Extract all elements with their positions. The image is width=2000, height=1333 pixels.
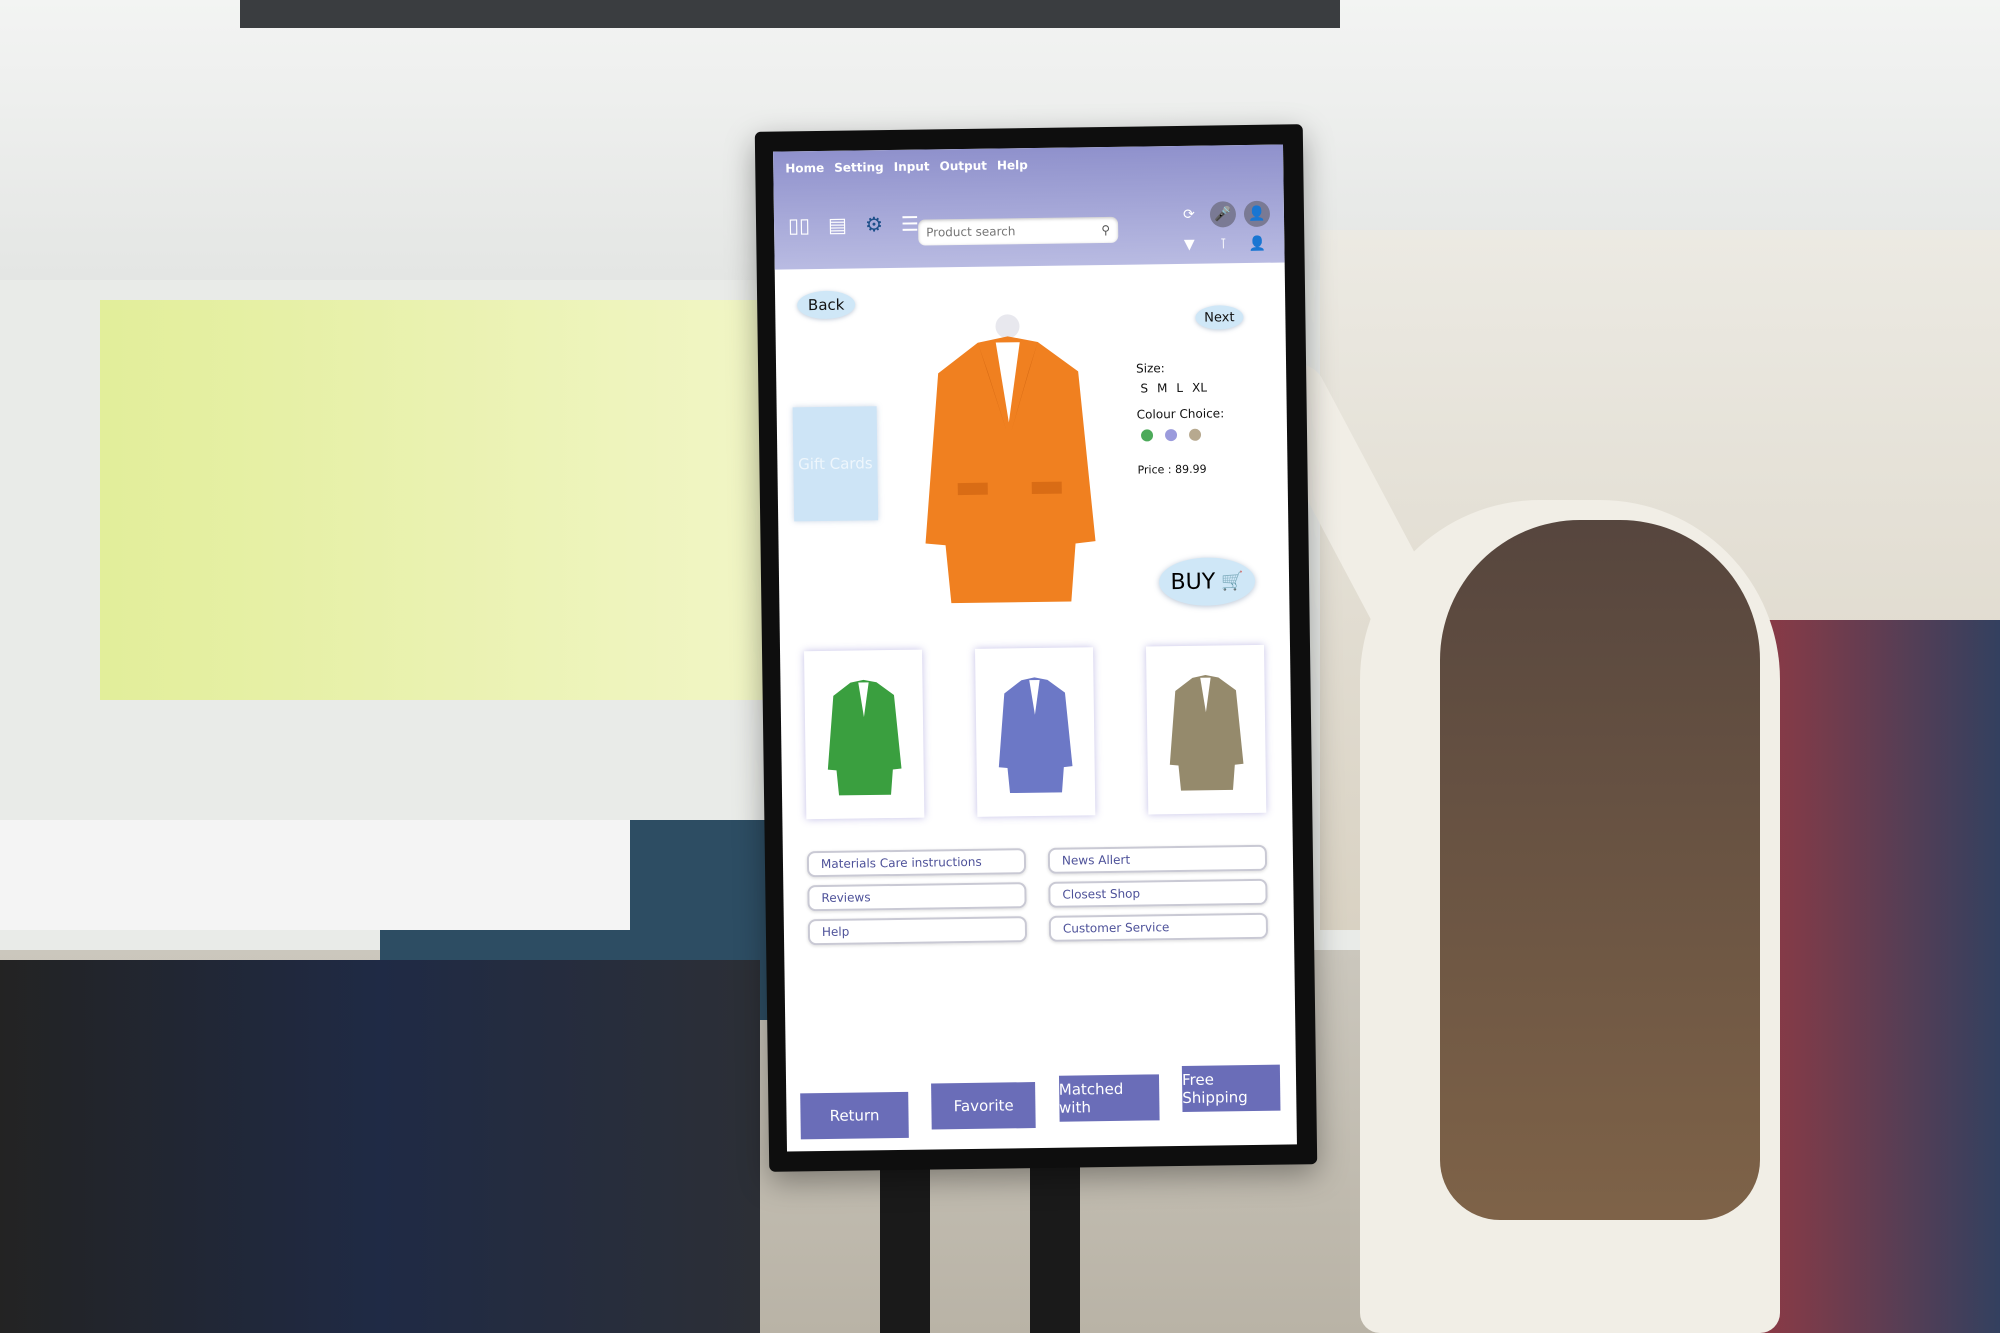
menu-help[interactable]: Help xyxy=(997,158,1028,172)
blue-jacket-image xyxy=(998,677,1073,794)
kiosk-display: Home Setting Input Output Help ▯▯ ▤ ⚙ ☰ … xyxy=(754,124,1318,1172)
news-alert-link[interactable]: News Allert xyxy=(1047,844,1268,874)
menu-output[interactable]: Output xyxy=(939,159,987,174)
jacket-pocket xyxy=(1031,481,1062,495)
size-options: S M L XL xyxy=(1140,380,1276,396)
price-value: 89.99 xyxy=(1174,462,1207,477)
dropdown-triangle-icon[interactable]: ▼ xyxy=(1176,232,1202,258)
menu-home[interactable]: Home xyxy=(785,161,824,176)
search-input[interactable] xyxy=(926,223,1102,240)
back-button[interactable]: Back xyxy=(796,290,856,320)
ceiling-beam xyxy=(240,0,1340,28)
green-jacket-image xyxy=(827,679,902,796)
clothing-rack-left xyxy=(0,960,760,1333)
variant-thumbnails xyxy=(804,644,1267,820)
favorite-button[interactable]: Favorite xyxy=(931,1082,1037,1130)
kiosk-stand-leg xyxy=(880,1150,930,1333)
menu-bar: Home Setting Input Output Help xyxy=(785,158,1028,175)
help-link[interactable]: Help xyxy=(807,916,1028,946)
bottom-actions: Return Favorite Matched with Free Shippi… xyxy=(800,1064,1281,1140)
price-label: Price xyxy=(1137,463,1165,477)
matched-with-button[interactable]: Matched with xyxy=(1058,1074,1160,1122)
customer-service-link[interactable]: Customer Service xyxy=(1048,912,1269,942)
microphone-icon[interactable]: 🎤 xyxy=(1209,201,1237,228)
menu-setting[interactable]: Setting xyxy=(834,160,884,175)
main-product-image[interactable] xyxy=(917,311,1101,613)
size-m[interactable]: M xyxy=(1157,381,1168,395)
clothing-rack-right xyxy=(1760,620,2000,1333)
buy-button[interactable]: BUY 🛒 xyxy=(1158,556,1256,607)
reviews-link[interactable]: Reviews xyxy=(807,882,1027,912)
right-toolbar-icons: ⟳ 🎤 👤 ▼ ⊺ 👤 xyxy=(1176,200,1273,258)
jacket-pocket xyxy=(957,482,988,496)
size-xl[interactable]: XL xyxy=(1192,381,1207,395)
document-icon[interactable]: ▤ xyxy=(828,213,847,237)
size-l[interactable]: L xyxy=(1176,381,1183,395)
free-shipping-button[interactable]: Free Shipping xyxy=(1181,1064,1281,1113)
colour-swatch-khaki[interactable] xyxy=(1188,428,1202,441)
user-icon[interactable]: 👤 xyxy=(1244,231,1270,257)
colour-swatches xyxy=(1140,428,1277,442)
top-bar: Home Setting Input Output Help ▯▯ ▤ ⚙ ☰ … xyxy=(773,144,1285,270)
colour-swatch-lavender[interactable] xyxy=(1164,429,1178,442)
return-button[interactable]: Return xyxy=(800,1091,909,1140)
closest-shop-link[interactable]: Closest Shop xyxy=(1048,878,1268,908)
colour-label: Colour Choice: xyxy=(1136,406,1225,422)
size-label: Size: xyxy=(1136,361,1165,376)
khaki-jacket-image xyxy=(1169,675,1244,791)
gift-cards-button[interactable]: Gift Cards xyxy=(792,406,879,522)
variant-khaki[interactable] xyxy=(1145,644,1267,815)
search-icon[interactable]: ⚲ xyxy=(1101,223,1110,237)
size-s[interactable]: S xyxy=(1140,381,1148,395)
next-button[interactable]: Next xyxy=(1195,305,1244,330)
customer-hair xyxy=(1440,520,1760,1220)
book-icon[interactable]: ▯▯ xyxy=(788,213,810,237)
shopping-cart-icon: 🛒 xyxy=(1221,570,1244,592)
menu-input[interactable]: Input xyxy=(894,159,930,173)
mannequin-neck xyxy=(995,314,1020,339)
kiosk-stand-leg xyxy=(1030,1150,1080,1333)
kiosk-screen: Home Setting Input Output Help ▯▯ ▤ ⚙ ☰ … xyxy=(773,144,1297,1152)
materials-care-link[interactable]: Materials Care instructions xyxy=(806,848,1027,878)
variant-green[interactable] xyxy=(804,649,925,820)
variant-blue[interactable] xyxy=(975,647,1096,817)
refresh-icon[interactable]: ⟳ xyxy=(1176,202,1202,228)
gear-icon[interactable]: ⚙ xyxy=(865,212,883,236)
back-wall xyxy=(100,300,800,700)
toolbar-icons: ▯▯ ▤ ⚙ ☰ xyxy=(788,212,919,238)
hamburger-menu-icon[interactable]: ☰ xyxy=(901,212,919,236)
shirt-icon[interactable]: ⊺ xyxy=(1210,231,1236,257)
product-search[interactable]: ⚲ xyxy=(918,216,1119,246)
product-details: Size: S M L XL Colour Choice: Price : 89… xyxy=(1136,360,1278,477)
colour-swatch-green[interactable] xyxy=(1140,429,1154,442)
display-counter xyxy=(0,820,630,930)
price-text: Price : 89.99 xyxy=(1137,462,1207,477)
buy-label: BUY xyxy=(1170,568,1216,595)
add-user-icon[interactable]: 👤 xyxy=(1243,200,1271,228)
info-links: Materials Care instructions News Allert … xyxy=(806,844,1269,946)
